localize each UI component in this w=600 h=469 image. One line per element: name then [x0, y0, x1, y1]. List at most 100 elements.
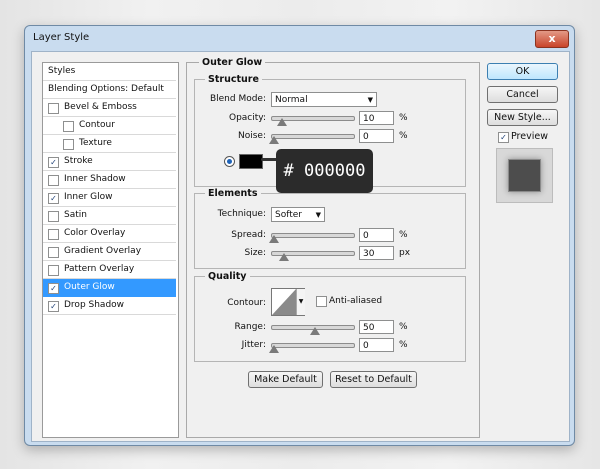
style-item-label: Inner Shadow: [64, 174, 126, 184]
style-item-pattern-overlay[interactable]: Pattern Overlay: [43, 261, 176, 279]
close-button[interactable]: x: [535, 30, 569, 48]
style-preview-box: [496, 148, 553, 203]
spread-unit: %: [399, 230, 408, 240]
style-item-texture[interactable]: Texture: [43, 135, 176, 153]
range-input[interactable]: 50: [359, 320, 394, 334]
noise-unit: %: [399, 131, 408, 141]
style-checkbox-pattern-overlay[interactable]: [48, 265, 59, 276]
preview-swatch: [508, 159, 541, 192]
style-item-label: Satin: [64, 210, 87, 220]
outer-glow-panel: Outer Glow Structure Blend Mode: Normal …: [186, 57, 480, 438]
opacity-label: Opacity:: [229, 113, 266, 123]
contour-label: Contour:: [227, 298, 266, 308]
style-item-label: Drop Shadow: [64, 300, 125, 310]
make-default-button[interactable]: Make Default: [248, 371, 323, 388]
blend-mode-select[interactable]: Normal ▼: [271, 92, 377, 107]
close-icon: x: [548, 32, 556, 45]
style-item-outer-glow[interactable]: ✓ Outer Glow: [43, 279, 176, 297]
elements-group: Elements Technique: Softer ▼ Spread: 0 %…: [194, 188, 466, 269]
cancel-button[interactable]: Cancel: [487, 86, 558, 103]
style-item-satin[interactable]: Satin: [43, 207, 176, 225]
style-item-label: Stroke: [64, 156, 93, 166]
range-slider-thumb[interactable]: [310, 327, 320, 335]
style-checkbox-drop-shadow[interactable]: ✓: [48, 301, 59, 312]
style-item-label: Texture: [79, 138, 112, 148]
noise-slider-thumb[interactable]: [269, 136, 279, 144]
styles-header[interactable]: Styles: [43, 63, 176, 81]
style-item-label: Pattern Overlay: [64, 264, 135, 274]
structure-title: Structure: [205, 74, 262, 85]
contour-curve-icon: [272, 289, 296, 315]
style-item-label: Gradient Overlay: [64, 246, 142, 256]
style-checkbox-bevel-emboss[interactable]: [48, 103, 59, 114]
style-checkbox-stroke[interactable]: ✓: [48, 157, 59, 168]
jitter-unit: %: [399, 340, 408, 350]
blending-options[interactable]: Blending Options: Default: [43, 81, 176, 99]
style-checkbox-outer-glow[interactable]: ✓: [48, 283, 59, 294]
opacity-slider-thumb[interactable]: [277, 118, 288, 126]
style-item-label: Inner Glow: [64, 192, 113, 202]
spread-slider-thumb[interactable]: [269, 235, 279, 243]
jitter-input[interactable]: 0: [359, 338, 394, 352]
style-checkbox-texture[interactable]: [63, 139, 74, 150]
quality-group: Quality Contour: ▼ Anti-aliased Range: 5…: [194, 271, 466, 362]
noise-slider[interactable]: [271, 134, 355, 139]
reset-to-default-button[interactable]: Reset to Default: [330, 371, 417, 388]
range-label: Range:: [234, 322, 266, 332]
style-item-label: Color Overlay: [64, 228, 126, 238]
jitter-slider-thumb[interactable]: [269, 345, 279, 353]
style-item-color-overlay[interactable]: Color Overlay: [43, 225, 176, 243]
solid-color-radio[interactable]: [224, 156, 235, 167]
range-unit: %: [399, 322, 408, 332]
style-item-inner-glow[interactable]: ✓ Inner Glow: [43, 189, 176, 207]
style-checkbox-satin[interactable]: [48, 211, 59, 222]
style-checkbox-contour[interactable]: [63, 121, 74, 132]
new-style-button[interactable]: New Style...: [487, 109, 558, 126]
spread-slider[interactable]: [271, 233, 355, 238]
style-checkbox-inner-shadow[interactable]: [48, 175, 59, 186]
glow-color-swatch[interactable]: [239, 154, 263, 169]
styles-list: Styles Blending Options: Default Bevel &…: [42, 62, 179, 438]
style-checkbox-gradient-overlay[interactable]: [48, 247, 59, 258]
jitter-slider[interactable]: [271, 343, 355, 348]
preview-label: Preview: [511, 131, 548, 142]
elements-title: Elements: [205, 188, 261, 199]
opacity-input[interactable]: 10: [359, 111, 394, 125]
style-item-gradient-overlay[interactable]: Gradient Overlay: [43, 243, 176, 261]
opacity-unit: %: [399, 113, 408, 123]
preview-checkbox[interactable]: ✓: [498, 132, 509, 143]
dialog-body: Styles Blending Options: Default Bevel &…: [31, 51, 570, 442]
style-item-bevel-emboss[interactable]: Bevel & Emboss: [43, 99, 176, 117]
contour-picker[interactable]: ▼: [271, 288, 305, 316]
chevron-down-icon: ▼: [315, 211, 321, 219]
chevron-down-icon[interactable]: ▼: [296, 289, 305, 315]
anti-aliased-label: Anti-aliased: [329, 296, 383, 306]
style-item-label: Bevel & Emboss: [64, 102, 137, 112]
radio-dot: [227, 159, 232, 164]
quality-title: Quality: [205, 271, 250, 282]
technique-label: Technique:: [217, 209, 266, 219]
style-item-contour[interactable]: Contour: [43, 117, 176, 135]
size-input[interactable]: 30: [359, 246, 394, 260]
style-item-drop-shadow[interactable]: ✓ Drop Shadow: [43, 297, 176, 315]
technique-select[interactable]: Softer ▼: [271, 207, 325, 222]
size-slider-thumb[interactable]: [278, 253, 289, 261]
style-item-inner-shadow[interactable]: Inner Shadow: [43, 171, 176, 189]
size-label: Size:: [244, 248, 266, 258]
technique-value: Softer: [275, 210, 302, 220]
blend-mode-label: Blend Mode:: [209, 94, 266, 104]
style-item-label: Contour: [79, 120, 115, 130]
spread-label: Spread:: [231, 230, 266, 240]
noise-label: Noise:: [238, 131, 266, 141]
style-checkbox-inner-glow[interactable]: ✓: [48, 193, 59, 204]
ok-button[interactable]: OK: [487, 63, 558, 80]
anti-aliased-checkbox[interactable]: [316, 296, 327, 307]
style-item-stroke[interactable]: ✓ Stroke: [43, 153, 176, 171]
style-checkbox-color-overlay[interactable]: [48, 229, 59, 240]
noise-input[interactable]: 0: [359, 129, 394, 143]
chevron-down-icon: ▼: [367, 96, 373, 104]
layer-style-dialog: Layer Style x Styles Blending Options: D…: [24, 25, 575, 446]
window-title: Layer Style: [33, 32, 90, 43]
spread-input[interactable]: 0: [359, 228, 394, 242]
color-hex-tooltip: # 000000: [276, 149, 373, 193]
